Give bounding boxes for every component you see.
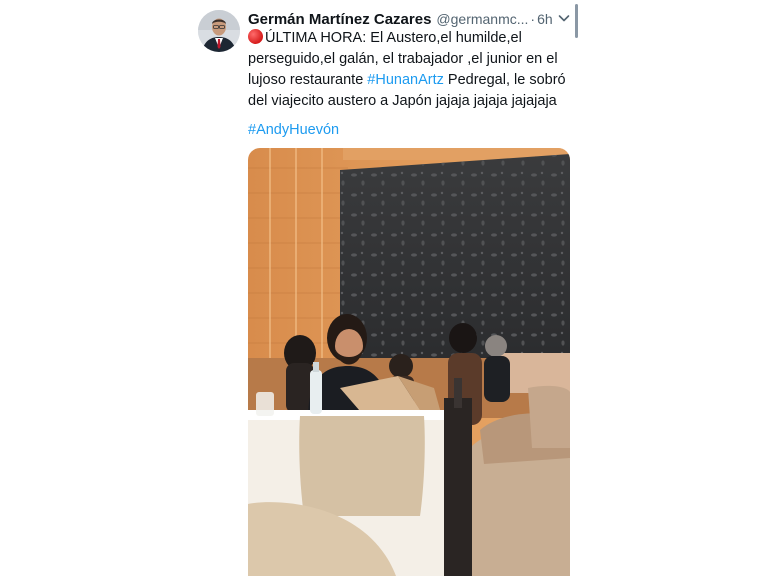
tweet-text-line-4: del viajecito austero a Japón jajaja jaj… [248, 93, 557, 109]
tweet-text-segment: ÚLTIMA HORA: El Austero,el humilde,el [265, 30, 522, 46]
red-circle-icon [248, 29, 263, 44]
author-handle[interactable]: @germanmc... [436, 11, 528, 27]
tweet-text: ÚLTIMA HORA: El Austero,el humilde,el pe… [248, 28, 573, 112]
author-name[interactable]: Germán Martínez Cazares [248, 11, 431, 28]
separator: · [530, 11, 536, 27]
tweet-text-line-1: ÚLTIMA HORA: El Austero,el humilde,el [248, 28, 573, 49]
scrollbar[interactable] [575, 4, 578, 38]
tweet-text-segment: Pedregal, le sobró [443, 72, 566, 88]
hashtag-link[interactable]: #HunanArtz [367, 72, 444, 88]
avatar[interactable] [198, 10, 240, 52]
hashtag-link[interactable]: #AndyHuevón [248, 122, 339, 138]
tweet-header: Germán Martínez Cazares @germanmc... · 6… [248, 9, 574, 29]
tweet-text-segment: lujoso restaurante [248, 72, 368, 88]
tweet-photo[interactable] [248, 148, 570, 576]
timestamp[interactable]: 6h [537, 11, 553, 27]
tweet-text-line-3: lujoso restaurante #HunanArtz Pedregal, … [248, 70, 573, 91]
chevron-down-icon[interactable] [556, 10, 572, 26]
restaurant-photo [248, 148, 570, 576]
tweet-text-line-2: perseguido,el galán, el trabajador ,el j… [248, 51, 558, 67]
